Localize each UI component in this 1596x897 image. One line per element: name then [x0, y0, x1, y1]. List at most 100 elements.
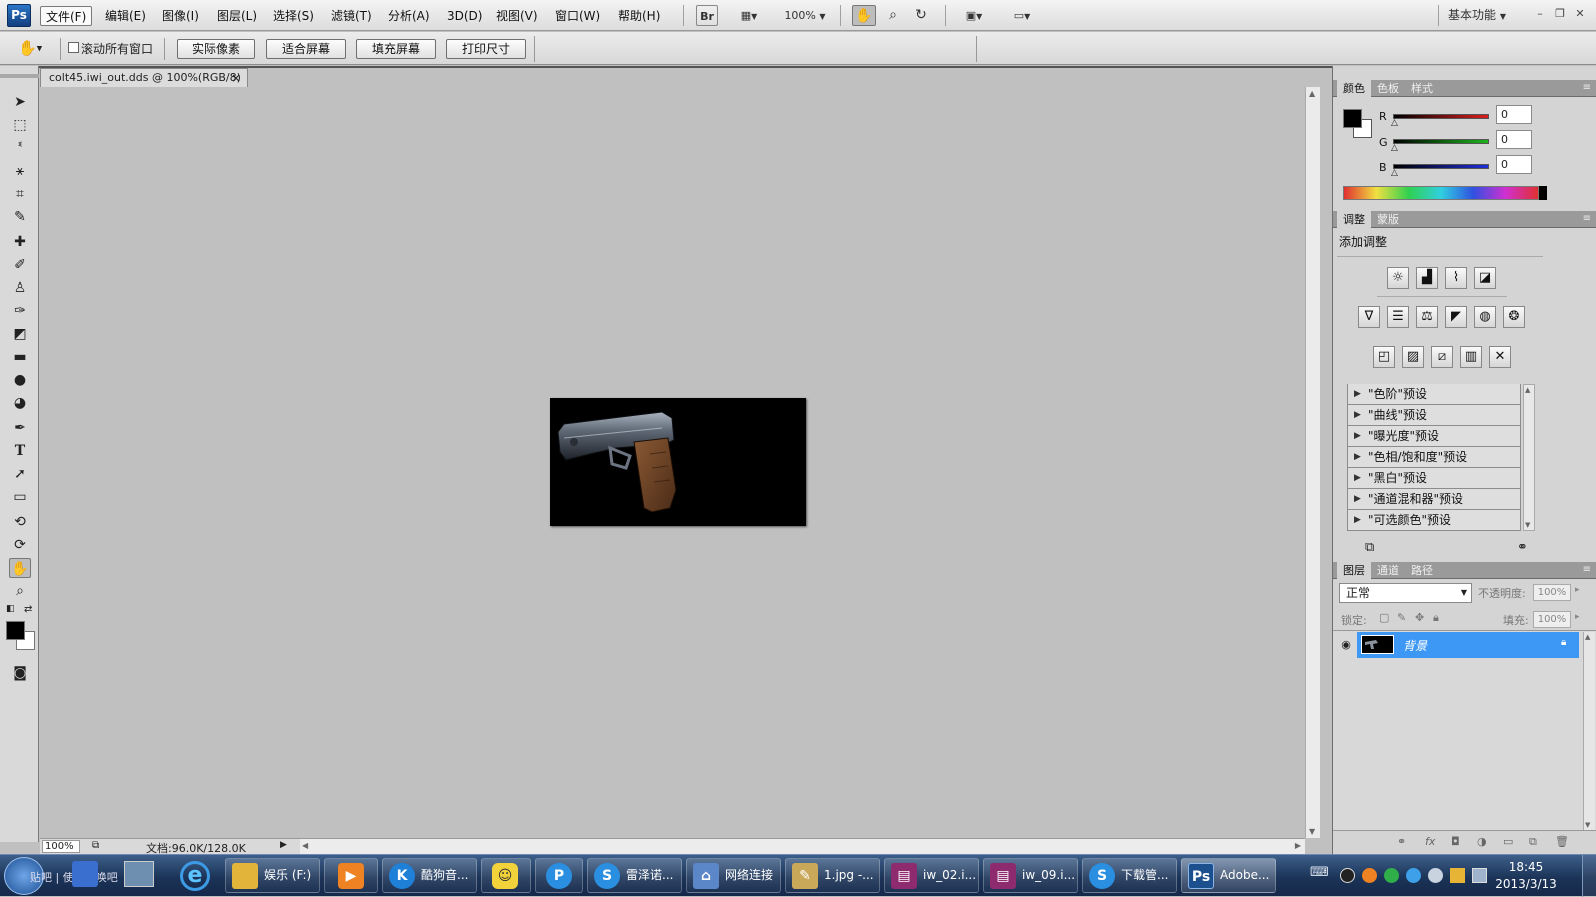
blend-mode-dropdown[interactable]: 正常 ▼	[1339, 583, 1472, 603]
delete-layer-icon[interactable]: 🗑︎	[1555, 835, 1569, 848]
magic-wand-tool-icon[interactable]: ⚹	[9, 161, 31, 181]
taskbar-item-download[interactable]: S 下载管...	[1082, 858, 1177, 893]
scroll-up-icon[interactable]: ▲	[1525, 386, 1530, 394]
horizontal-scrollbar[interactable]: ◀ ▶	[300, 839, 1305, 854]
scroll-right-icon[interactable]: ▶	[1295, 841, 1301, 850]
black-white-icon[interactable]: ◤	[1445, 306, 1467, 328]
history-brush-tool-icon[interactable]: ✑	[9, 301, 31, 321]
brightness-contrast-icon[interactable]: ☼	[1387, 267, 1409, 289]
tab-adjustments[interactable]: 调整	[1337, 211, 1371, 228]
photo-filter-icon[interactable]: ◍	[1474, 306, 1496, 328]
swap-colors-icon[interactable]: ⇄	[24, 604, 32, 615]
slider-handle-icon[interactable]: △	[1391, 118, 1398, 128]
scroll-down-icon[interactable]: ▼	[1525, 521, 1530, 529]
preset-black-white[interactable]: ▶ "黑白"预设	[1347, 468, 1521, 489]
menu-3d[interactable]: 3D(D)	[442, 6, 487, 26]
scroll-down-icon[interactable]: ▼	[1585, 821, 1590, 829]
document-tab[interactable]: colt45.iwi_out.dds @ 100%(RGB/8) ×	[40, 68, 248, 87]
preset-channel-mixer[interactable]: ▶ "通道混和器"预设	[1347, 489, 1521, 510]
rotate-view-button[interactable]: ↻	[910, 5, 932, 26]
opacity-field[interactable]: 100%	[1533, 584, 1571, 601]
menu-select[interactable]: 选择(S)	[268, 6, 319, 26]
new-group-icon[interactable]: ▭	[1503, 835, 1513, 848]
bridge-button[interactable]: Br	[696, 5, 718, 26]
fit-screen-button[interactable]: 适合屏幕	[266, 39, 346, 59]
healing-brush-tool-icon[interactable]: ✚	[9, 232, 31, 252]
eye-visibility-icon[interactable]: ◉	[1337, 635, 1355, 655]
foreground-color-swatch[interactable]	[1343, 109, 1362, 128]
document-canvas-image[interactable]	[550, 398, 806, 526]
move-tool-icon[interactable]: ➤	[9, 92, 31, 112]
scroll-down-icon[interactable]: ▼	[1309, 827, 1315, 836]
layers-scrollbar[interactable]: ▲ ▼	[1583, 632, 1595, 830]
green-value-field[interactable]: 0	[1496, 130, 1532, 149]
foreground-color-swatch[interactable]	[6, 621, 25, 640]
taskbar-item-winrar-2[interactable]: ▤ iw_09.i...	[983, 858, 1078, 893]
tray-network-icon[interactable]	[1406, 868, 1421, 883]
red-value-field[interactable]: 0	[1496, 105, 1532, 124]
menu-filter[interactable]: 滤镜(T)	[326, 6, 377, 26]
hand-tool-button[interactable]: ✋	[852, 5, 876, 26]
opacity-slider-icon[interactable]: ▸	[1575, 585, 1580, 595]
gradient-tool-icon[interactable]: ▬	[9, 347, 31, 367]
tab-color[interactable]: 颜色	[1337, 80, 1371, 97]
fill-field[interactable]: 100%	[1533, 611, 1571, 628]
tray-player-icon[interactable]	[1362, 868, 1377, 883]
curves-icon[interactable]: ⌇	[1445, 267, 1467, 289]
color-balance-icon[interactable]: ⚖	[1416, 306, 1438, 328]
taskbar-item-kugou[interactable]: K 酷狗音...	[382, 858, 477, 893]
selective-color-icon[interactable]: ✕	[1489, 346, 1511, 368]
path-selection-tool-icon[interactable]: ➚	[9, 464, 31, 484]
blur-tool-icon[interactable]: ●	[9, 370, 31, 390]
taskbar-item-photoshop[interactable]: Ps Adobe...	[1181, 858, 1276, 893]
3d-rotate-tool-icon[interactable]: ⟲	[9, 512, 31, 532]
zoom-field[interactable]: 100%	[42, 840, 80, 853]
type-tool-icon[interactable]: T	[9, 441, 31, 461]
quicklaunch-window-icon[interactable]	[124, 861, 154, 887]
arrange-documents-button[interactable]: ▣▼	[956, 5, 992, 26]
zoom-tool-button[interactable]: ⌕	[882, 5, 904, 26]
marquee-tool-icon[interactable]: ⬚	[9, 115, 31, 135]
workspace-switcher[interactable]: 基本功能 ▼	[1448, 5, 1526, 26]
minimize-button[interactable]: –	[1532, 6, 1548, 22]
brush-tool-icon[interactable]: ✐	[9, 255, 31, 275]
fill-slider-icon[interactable]: ▸	[1575, 612, 1580, 622]
slider-handle-icon[interactable]: △	[1391, 168, 1398, 178]
preset-scrollbar[interactable]: ▲ ▼	[1523, 384, 1535, 531]
tab-channels[interactable]: 通道	[1371, 562, 1405, 579]
crop-tool-icon[interactable]: ⌗	[9, 184, 31, 204]
panel-menu-icon[interactable]: ≡	[1583, 564, 1591, 575]
screen-mode-button[interactable]: ▭▼	[1004, 5, 1040, 26]
posterize-icon[interactable]: ▨	[1402, 346, 1424, 368]
quick-mask-icon[interactable]: ◙	[9, 663, 31, 683]
taskbar-item-media-player[interactable]: ▶	[324, 858, 378, 893]
show-desktop-button[interactable]	[1582, 855, 1596, 897]
slider-handle-icon[interactable]: △	[1391, 143, 1398, 153]
close-button[interactable]: ✕	[1572, 6, 1588, 22]
close-document-icon[interactable]: ×	[231, 69, 241, 87]
clock-date[interactable]: 2013/3/13	[1492, 877, 1560, 891]
tray-display-icon[interactable]	[1472, 868, 1487, 883]
menu-window[interactable]: 窗口(W)	[550, 6, 605, 26]
status-menu-icon[interactable]: ▶	[280, 840, 287, 850]
menu-layer[interactable]: 图层(L)	[212, 6, 262, 26]
taskbar-item-chat[interactable]: S 雷泽诺...	[587, 858, 682, 893]
show-desktop-icon[interactable]	[72, 861, 98, 887]
scroll-left-icon[interactable]: ◀	[302, 841, 308, 850]
clone-stamp-tool-icon[interactable]: ♙	[9, 278, 31, 298]
tray-security-icon[interactable]	[1384, 868, 1399, 883]
lasso-tool-icon[interactable]: ᓫ	[9, 138, 31, 158]
scroll-up-icon[interactable]: ▲	[1585, 633, 1590, 641]
tab-paths[interactable]: 路径	[1405, 562, 1439, 579]
fill-screen-button[interactable]: 填充屏幕	[356, 39, 436, 59]
hand-tool-preset-picker[interactable]: ✋▼	[18, 39, 42, 57]
preset-hue-saturation[interactable]: ▶ "色相/饱和度"预设	[1347, 447, 1521, 468]
shape-tool-icon[interactable]: ▭	[9, 487, 31, 507]
dodge-tool-icon[interactable]: ◕	[9, 393, 31, 413]
taskbar-item-pinyin[interactable]: P	[535, 858, 583, 893]
hue-saturation-icon[interactable]: ☰	[1387, 306, 1409, 328]
preset-curves[interactable]: ▶ "曲线"预设	[1347, 405, 1521, 426]
invert-icon[interactable]: ◰	[1373, 346, 1395, 368]
tab-layers[interactable]: 图层	[1337, 562, 1371, 579]
add-mask-icon[interactable]: ◘	[1451, 835, 1460, 848]
